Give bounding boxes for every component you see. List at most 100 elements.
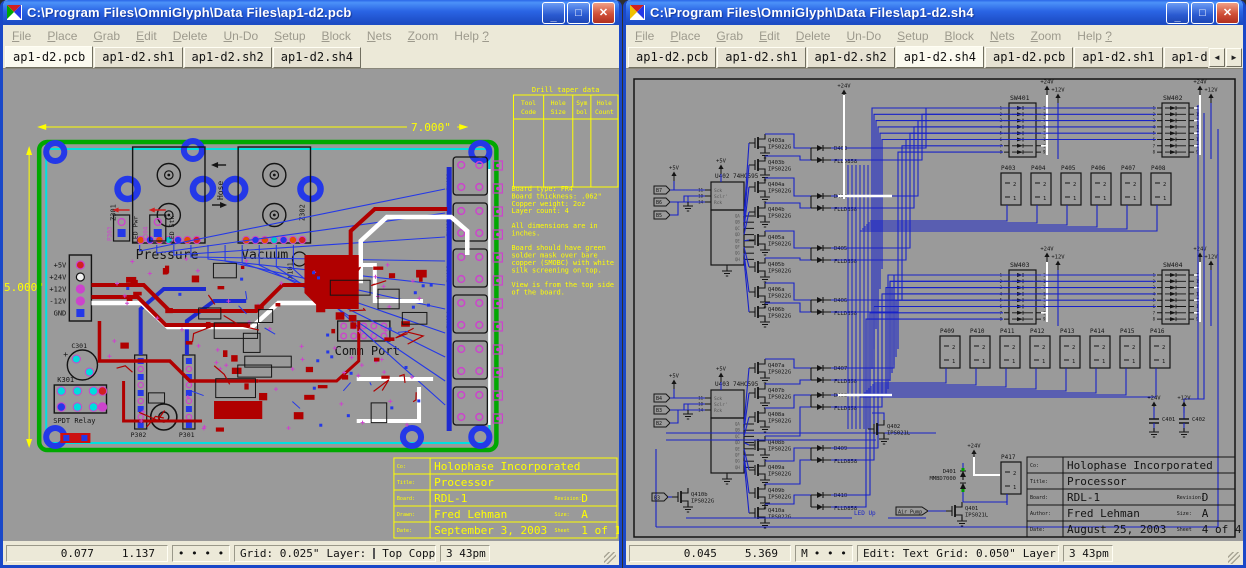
connector-pin-line xyxy=(1065,183,1070,197)
tab-3-ap1-d2-sh4[interactable]: ap1-d2.sh4 xyxy=(273,47,361,68)
power-label: +12V xyxy=(1051,255,1065,261)
maximize-glyph: □ xyxy=(575,7,582,19)
menu-setup[interactable]: Setup xyxy=(897,29,928,43)
diode xyxy=(817,392,823,398)
tab-scroll-right-button[interactable]: ► xyxy=(1226,48,1242,67)
menu-block[interactable]: Block xyxy=(945,29,974,43)
dim-arrow xyxy=(26,146,32,155)
menu-delete[interactable]: Delete xyxy=(796,29,831,43)
board-note: inches. xyxy=(511,229,540,237)
tab-0-ap1-d2-pcb[interactable]: ap1-d2.pcb xyxy=(5,46,93,68)
connector-pin: 1 xyxy=(1042,359,1045,365)
title-bar-pcb[interactable]: C:\Program Files\OmniGlyph\Data Files\ap… xyxy=(3,0,619,25)
switch-diode xyxy=(1170,286,1176,290)
pad xyxy=(458,254,465,261)
edge-pad xyxy=(496,394,500,398)
menu-grab[interactable]: Grab xyxy=(93,29,120,43)
tab-2-ap1-d2-sh2[interactable]: ap1-d2.sh2 xyxy=(807,47,895,68)
wire xyxy=(831,319,1003,507)
transistor-part: IPS022G xyxy=(768,145,791,151)
wire xyxy=(888,275,1156,389)
menu-nets[interactable]: Nets xyxy=(990,29,1015,43)
close-button[interactable]: ✕ xyxy=(592,2,615,24)
blue-trace-thin xyxy=(292,402,300,409)
copper-pad xyxy=(350,322,356,328)
connector-pin: 1 xyxy=(1132,359,1135,365)
maximize-button[interactable]: □ xyxy=(567,2,590,24)
close-button[interactable]: ✕ xyxy=(1216,2,1239,24)
drill-table-title: Drill taper data xyxy=(532,85,600,94)
resize-grip[interactable] xyxy=(1228,552,1240,564)
menu-edit[interactable]: Edit xyxy=(136,29,157,43)
net-port-label: B3 xyxy=(654,496,660,502)
menu-help-[interactable]: Help ? xyxy=(454,29,489,43)
ic-pin-label: QH xyxy=(735,465,740,470)
transistor-refdes: Q403b xyxy=(768,160,785,166)
schematic-drawing-area[interactable]: U402 74HC595+5V11Sck10Sclr'14RckB7B6B5+5… xyxy=(626,68,1243,541)
menu-help-[interactable]: Help ? xyxy=(1077,29,1112,43)
pcb-canvas[interactable]: 7.000"5.000"PressureVacuumHoseZ301Z302+5… xyxy=(3,69,619,541)
pad xyxy=(476,230,483,237)
sensor-port xyxy=(167,174,170,177)
power-label: +24V xyxy=(1147,396,1161,402)
ground-symbol xyxy=(683,507,693,512)
menu-place[interactable]: Place xyxy=(670,29,700,43)
status-bar: 0.045 5.369 M • • • Edit: Text Grid: 0.0… xyxy=(626,541,1243,565)
switch-diode xyxy=(1170,273,1176,277)
wire xyxy=(963,494,1007,502)
tab-scroll-left-button[interactable]: ◄ xyxy=(1209,48,1225,67)
connector-pin: 2 xyxy=(1043,182,1046,188)
menu-zoom[interactable]: Zoom xyxy=(1031,29,1062,43)
red-trace-thin xyxy=(374,380,389,392)
tab-6-ap1-d2-sh[interactable]: ap1-d2.sh xyxy=(1164,47,1209,68)
menu-delete[interactable]: Delete xyxy=(173,29,208,43)
menu-nets[interactable]: Nets xyxy=(367,29,392,43)
menu-grab[interactable]: Grab xyxy=(716,29,743,43)
maximize-button[interactable]: □ xyxy=(1191,2,1214,24)
tab-5-ap1-d2-sh1[interactable]: ap1-d2.sh1 xyxy=(1074,47,1162,68)
schematic-canvas[interactable]: U402 74HC595+5V11Sck10Sclr'14RckB7B6B5+5… xyxy=(626,69,1243,541)
tb-value: Fred Lehman xyxy=(1067,507,1140,520)
menu-edit[interactable]: Edit xyxy=(759,29,780,43)
menu-un-do[interactable]: Un-Do xyxy=(223,29,258,43)
menu-bar: File Place Grab Edit Delete Un-Do Setup Block Ne… xyxy=(626,25,1243,46)
menu-setup[interactable]: Setup xyxy=(274,29,305,43)
via-pad xyxy=(388,399,392,403)
menu-zoom[interactable]: Zoom xyxy=(408,29,439,43)
pcb-drawing-area[interactable]: 7.000"5.000"PressureVacuumHoseZ301Z302+5… xyxy=(3,68,619,541)
copper-pour xyxy=(214,401,262,419)
menu-un-do[interactable]: Un-Do xyxy=(846,29,881,43)
title-bar-schematic[interactable]: C:\Program Files\OmniGlyph\Data Files\ap… xyxy=(626,0,1243,25)
tab-0-ap1-d2-pcb[interactable]: ap1-d2.pcb xyxy=(628,47,716,68)
menu-file[interactable]: File xyxy=(12,29,31,43)
copper-pad xyxy=(241,266,244,269)
connector-refdes: P408 xyxy=(1151,165,1166,172)
minimize-button[interactable]: _ xyxy=(542,2,565,24)
connector-block xyxy=(1000,336,1020,368)
tab-1-ap1-d2-sh1[interactable]: ap1-d2.sh1 xyxy=(94,47,182,68)
pad xyxy=(138,398,143,403)
menu-place[interactable]: Place xyxy=(47,29,77,43)
net-port-label: B3 xyxy=(656,408,662,414)
power-label: +12V xyxy=(1177,396,1191,402)
logo xyxy=(63,435,69,441)
resize-grip[interactable] xyxy=(604,552,616,564)
silk-ref: P302 xyxy=(131,431,147,439)
transistor-part: IPS022G xyxy=(768,419,791,425)
transistor-part: IPS022G xyxy=(768,189,791,195)
tab-2-ap1-d2-sh2[interactable]: ap1-d2.sh2 xyxy=(184,47,272,68)
edge-pad xyxy=(496,279,500,283)
mosfet xyxy=(758,203,765,221)
menu-block[interactable]: Block xyxy=(322,29,351,43)
tab-strip: ap1-d2.pcbap1-d2.sh1ap1-d2.sh2ap1-d2.sh4 xyxy=(5,46,619,68)
menu-file[interactable]: File xyxy=(635,29,654,43)
relay-pad xyxy=(98,403,106,411)
pad xyxy=(371,323,377,329)
power-arrow xyxy=(971,450,976,455)
via-pad xyxy=(382,284,386,288)
tab-3-ap1-d2-sh4[interactable]: ap1-d2.sh4 xyxy=(896,46,984,68)
tab-4-ap1-d2-pcb[interactable]: ap1-d2.pcb xyxy=(985,47,1073,68)
tab-1-ap1-d2-sh1[interactable]: ap1-d2.sh1 xyxy=(717,47,805,68)
switch-diode xyxy=(1170,112,1176,116)
minimize-button[interactable]: _ xyxy=(1166,2,1189,24)
